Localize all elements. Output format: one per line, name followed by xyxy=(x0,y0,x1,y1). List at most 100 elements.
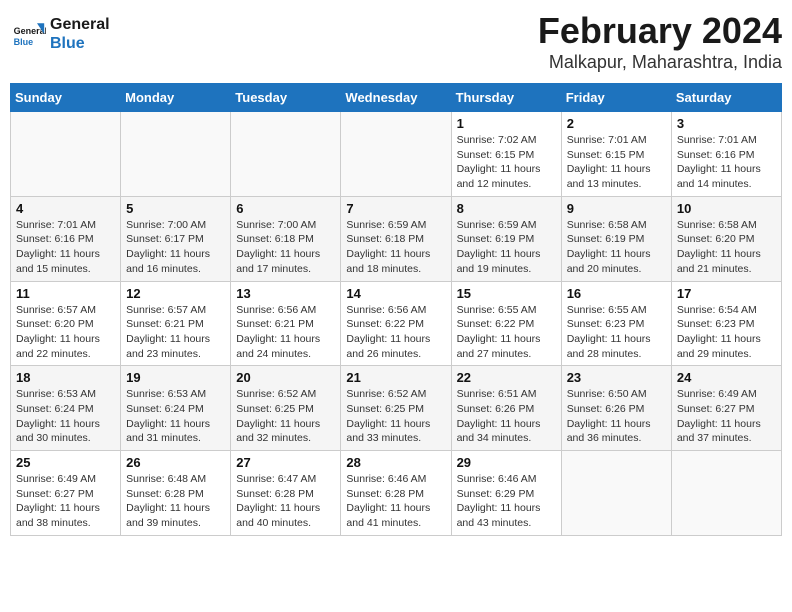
calendar-cell: 4 Sunrise: 7:01 AMSunset: 6:16 PMDaylight… xyxy=(11,196,121,281)
day-info: Sunrise: 6:54 AMSunset: 6:23 PMDaylight:… xyxy=(677,303,776,362)
day-number: 26 xyxy=(126,455,225,470)
day-info: Sunrise: 7:02 AMSunset: 6:15 PMDaylight:… xyxy=(457,133,556,192)
calendar: SundayMondayTuesdayWednesdayThursdayFrid… xyxy=(10,83,782,536)
calendar-cell: 27 Sunrise: 6:47 AMSunset: 6:28 PMDayligh… xyxy=(231,451,341,536)
day-number: 27 xyxy=(236,455,335,470)
calendar-cell: 24Sunrise: 6:49 AMSunset: 6:27 PMDayligh… xyxy=(671,366,781,451)
day-number: 11 xyxy=(16,286,115,301)
title-block: February 2024 Malkapur, Maharashtra, Ind… xyxy=(538,10,782,73)
day-number: 22 xyxy=(457,370,556,385)
calendar-cell xyxy=(671,451,781,536)
calendar-cell: 19 Sunrise: 6:53 AMSunset: 6:24 PMDayligh… xyxy=(121,366,231,451)
day-info: Sunrise: 6:49 AMSunset: 6:27 PMDaylight:… xyxy=(16,472,115,531)
calendar-cell: 18Sunrise: 6:53 AMSunset: 6:24 PMDayligh… xyxy=(11,366,121,451)
calendar-week-0: 1Sunrise: 7:02 AMSunset: 6:15 PMDaylight… xyxy=(11,112,782,197)
calendar-cell xyxy=(561,451,671,536)
calendar-cell: 7 Sunrise: 6:59 AMSunset: 6:18 PMDaylight… xyxy=(341,196,451,281)
calendar-cell: 6Sunrise: 7:00 AMSunset: 6:18 PMDaylight… xyxy=(231,196,341,281)
day-number: 14 xyxy=(346,286,445,301)
calendar-header-thursday: Thursday xyxy=(451,84,561,112)
day-info: Sunrise: 6:52 AMSunset: 6:25 PMDaylight:… xyxy=(236,387,335,446)
header: General Blue General Blue February 2024 … xyxy=(10,10,782,73)
day-number: 13 xyxy=(236,286,335,301)
day-number: 25 xyxy=(16,455,115,470)
day-number: 28 xyxy=(346,455,445,470)
calendar-cell: 22 Sunrise: 6:51 AMSunset: 6:26 PMDayligh… xyxy=(451,366,561,451)
day-info: Sunrise: 6:47 AMSunset: 6:28 PMDaylight:… xyxy=(236,472,335,531)
day-number: 18 xyxy=(16,370,115,385)
day-info: Sunrise: 6:56 AMSunset: 6:21 PMDaylight:… xyxy=(236,303,335,362)
day-number: 17 xyxy=(677,286,776,301)
day-info: Sunrise: 6:59 AMSunset: 6:18 PMDaylight:… xyxy=(346,218,445,277)
day-number: 23 xyxy=(567,370,666,385)
month-title: February 2024 xyxy=(538,10,782,52)
day-info: Sunrise: 6:53 AMSunset: 6:24 PMDaylight:… xyxy=(126,387,225,446)
logo-line2: Blue xyxy=(50,34,110,53)
calendar-cell: 29 Sunrise: 6:46 AMSunset: 6:29 PMDayligh… xyxy=(451,451,561,536)
calendar-cell: 15 Sunrise: 6:55 AMSunset: 6:22 PMDayligh… xyxy=(451,281,561,366)
calendar-header-tuesday: Tuesday xyxy=(231,84,341,112)
calendar-cell: 10 Sunrise: 6:58 AMSunset: 6:20 PMDayligh… xyxy=(671,196,781,281)
calendar-cell: 16Sunrise: 6:55 AMSunset: 6:23 PMDayligh… xyxy=(561,281,671,366)
calendar-week-4: 25 Sunrise: 6:49 AMSunset: 6:27 PMDayligh… xyxy=(11,451,782,536)
calendar-cell: 14 Sunrise: 6:56 AMSunset: 6:22 PMDayligh… xyxy=(341,281,451,366)
calendar-cell: 5Sunrise: 7:00 AMSunset: 6:17 PMDaylight… xyxy=(121,196,231,281)
calendar-cell: 3 Sunrise: 7:01 AMSunset: 6:16 PMDaylight… xyxy=(671,112,781,197)
calendar-header-monday: Monday xyxy=(121,84,231,112)
calendar-cell: 21 Sunrise: 6:52 AMSunset: 6:25 PMDayligh… xyxy=(341,366,451,451)
calendar-cell: 28Sunrise: 6:46 AMSunset: 6:28 PMDayligh… xyxy=(341,451,451,536)
day-info: Sunrise: 6:56 AMSunset: 6:22 PMDaylight:… xyxy=(346,303,445,362)
day-info: Sunrise: 6:50 AMSunset: 6:26 PMDaylight:… xyxy=(567,387,666,446)
day-info: Sunrise: 6:58 AMSunset: 6:19 PMDaylight:… xyxy=(567,218,666,277)
calendar-header-row: SundayMondayTuesdayWednesdayThursdayFrid… xyxy=(11,84,782,112)
day-info: Sunrise: 7:01 AMSunset: 6:15 PMDaylight:… xyxy=(567,133,666,192)
calendar-cell xyxy=(11,112,121,197)
day-info: Sunrise: 7:01 AMSunset: 6:16 PMDaylight:… xyxy=(16,218,115,277)
day-number: 12 xyxy=(126,286,225,301)
day-number: 3 xyxy=(677,116,776,131)
day-number: 29 xyxy=(457,455,556,470)
calendar-header-sunday: Sunday xyxy=(11,84,121,112)
day-number: 19 xyxy=(126,370,225,385)
day-info: Sunrise: 7:01 AMSunset: 6:16 PMDaylight:… xyxy=(677,133,776,192)
calendar-cell xyxy=(121,112,231,197)
day-number: 9 xyxy=(567,201,666,216)
calendar-header-wednesday: Wednesday xyxy=(341,84,451,112)
calendar-cell xyxy=(231,112,341,197)
calendar-cell: 20 Sunrise: 6:52 AMSunset: 6:25 PMDayligh… xyxy=(231,366,341,451)
calendar-header-saturday: Saturday xyxy=(671,84,781,112)
day-number: 21 xyxy=(346,370,445,385)
calendar-cell: 8Sunrise: 6:59 AMSunset: 6:19 PMDaylight… xyxy=(451,196,561,281)
calendar-week-1: 4 Sunrise: 7:01 AMSunset: 6:16 PMDaylight… xyxy=(11,196,782,281)
calendar-cell: 17 Sunrise: 6:54 AMSunset: 6:23 PMDayligh… xyxy=(671,281,781,366)
day-number: 24 xyxy=(677,370,776,385)
logo-line1: General xyxy=(50,15,110,34)
calendar-cell: 1Sunrise: 7:02 AMSunset: 6:15 PMDaylight… xyxy=(451,112,561,197)
day-info: Sunrise: 6:46 AMSunset: 6:29 PMDaylight:… xyxy=(457,472,556,531)
day-info: Sunrise: 6:55 AMSunset: 6:22 PMDaylight:… xyxy=(457,303,556,362)
day-number: 20 xyxy=(236,370,335,385)
day-info: Sunrise: 6:57 AMSunset: 6:20 PMDaylight:… xyxy=(16,303,115,362)
day-info: Sunrise: 6:51 AMSunset: 6:26 PMDaylight:… xyxy=(457,387,556,446)
calendar-cell: 12Sunrise: 6:57 AMSunset: 6:21 PMDayligh… xyxy=(121,281,231,366)
day-number: 8 xyxy=(457,201,556,216)
calendar-cell: 25 Sunrise: 6:49 AMSunset: 6:27 PMDayligh… xyxy=(11,451,121,536)
calendar-week-2: 11 Sunrise: 6:57 AMSunset: 6:20 PMDayligh… xyxy=(11,281,782,366)
calendar-header-friday: Friday xyxy=(561,84,671,112)
day-number: 10 xyxy=(677,201,776,216)
calendar-cell: 23 Sunrise: 6:50 AMSunset: 6:26 PMDayligh… xyxy=(561,366,671,451)
calendar-cell: 11 Sunrise: 6:57 AMSunset: 6:20 PMDayligh… xyxy=(11,281,121,366)
day-number: 4 xyxy=(16,201,115,216)
day-number: 15 xyxy=(457,286,556,301)
location-title: Malkapur, Maharashtra, India xyxy=(538,52,782,73)
calendar-cell: 26Sunrise: 6:48 AMSunset: 6:28 PMDayligh… xyxy=(121,451,231,536)
day-info: Sunrise: 6:58 AMSunset: 6:20 PMDaylight:… xyxy=(677,218,776,277)
calendar-cell xyxy=(341,112,451,197)
day-info: Sunrise: 6:55 AMSunset: 6:23 PMDaylight:… xyxy=(567,303,666,362)
calendar-week-3: 18 Sunrise: 6:53 AMSunset: 6:24 PMDayligh… xyxy=(11,366,782,451)
day-info: Sunrise: 6:52 AMSunset: 6:25 PMDaylight:… xyxy=(346,387,445,446)
logo-icon: General Blue xyxy=(10,16,46,52)
logo: General Blue General Blue xyxy=(10,15,110,53)
day-number: 7 xyxy=(346,201,445,216)
svg-text:Blue: Blue xyxy=(14,37,34,47)
